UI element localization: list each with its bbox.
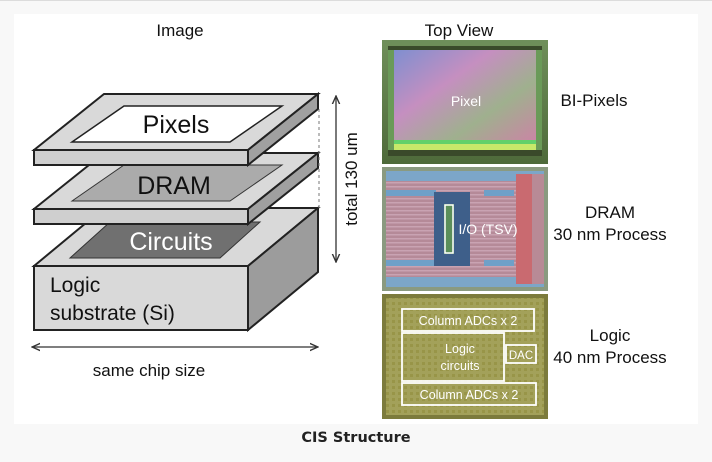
logic-circuits-label-1: Logic: [445, 342, 475, 356]
height-dimension-label: total 130 um: [342, 132, 361, 226]
logic-die-photo: Column ADCs x 2 Logic circuits DAC Colum…: [382, 294, 548, 419]
dram-process-label-2: 30 nm Process: [553, 225, 666, 244]
width-dimension-label: same chip size: [93, 361, 205, 380]
dac-label: DAC: [509, 350, 533, 362]
pixel-die-label: Pixel: [451, 93, 481, 109]
heading-top-view: Top View: [425, 21, 494, 40]
logic-process-label-1: Logic: [590, 326, 631, 345]
column-adc-top-label: Column ADCs x 2: [419, 314, 518, 328]
circuits-label: Circuits: [129, 228, 212, 256]
logic-circuits-label-2: circuits: [441, 359, 480, 373]
figure-caption: CIS Structure: [301, 430, 411, 446]
pixels-layer-label: Pixels: [143, 111, 210, 139]
cis-structure-figure: Image Top View Circuits Logic substrate …: [14, 21, 667, 419]
figure-panel: Image Top View Circuits Logic substrate …: [14, 14, 698, 424]
dram-die-label: I/O (TSV): [458, 221, 517, 237]
column-adc-bottom-label: Column ADCs x 2: [420, 388, 519, 402]
dram-process-label-1: DRAM: [585, 203, 635, 222]
logic-substrate-label-1: Logic: [50, 274, 100, 297]
logic-substrate-label-2: substrate (Si): [50, 302, 175, 325]
pixel-die-photo: Pixel: [382, 40, 548, 164]
heading-image: Image: [156, 21, 203, 40]
bi-pixels-label: BI-Pixels: [560, 91, 627, 110]
dram-die-photo: I/O (TSV): [382, 167, 548, 291]
dram-layer-label: DRAM: [137, 172, 211, 200]
logic-substrate-layer: Circuits Logic substrate (Si): [31, 205, 321, 333]
logic-process-label-2: 40 nm Process: [553, 348, 666, 367]
